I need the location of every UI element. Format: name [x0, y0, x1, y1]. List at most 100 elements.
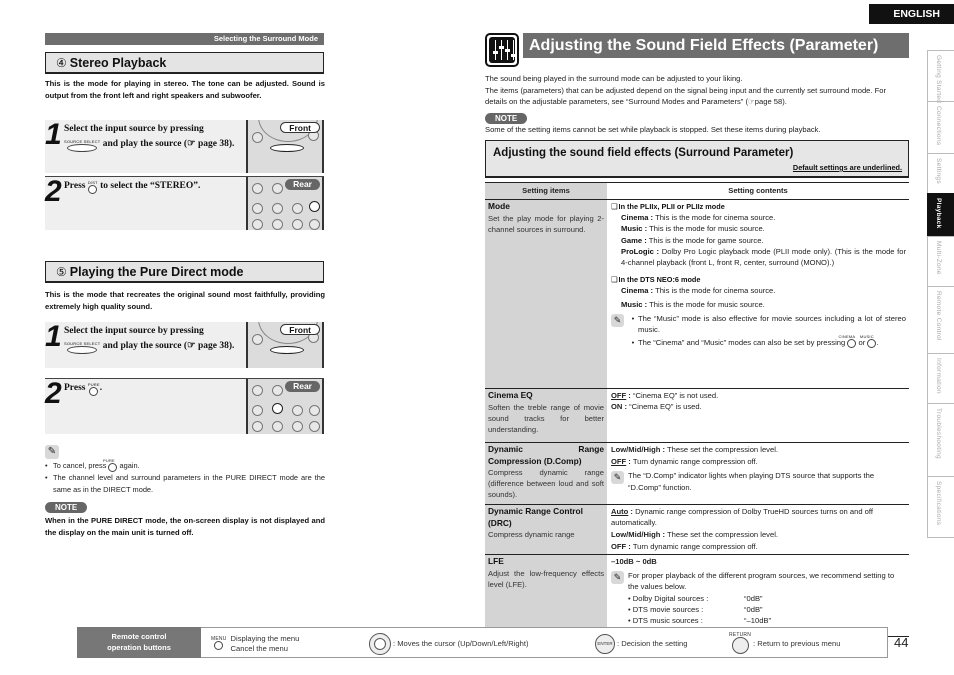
lfe-range: –10dB ~ 0dB	[611, 557, 657, 566]
return-text: : Return to previous menu	[753, 639, 841, 648]
page-ref[interactable]: page 58).	[755, 97, 787, 106]
pure-step-2: 2 Press PURE. Rear	[45, 378, 324, 434]
side-tab-playback[interactable]: Playback	[927, 193, 954, 236]
page-ref[interactable]: page 38).	[198, 139, 234, 149]
pure-button-icon: PURE	[88, 383, 100, 396]
rear-remote-image: Rear	[246, 379, 324, 434]
stereo-step-2: 2 Press D/ST to select the “STEREO”. Rea…	[45, 176, 324, 230]
side-tab-multi-zone[interactable]: Multi-Zone	[927, 236, 954, 286]
item-name: Dynamic Range Control (DRC)	[488, 506, 583, 528]
pure-direct-tips: To cancel, press PURE again. The channel…	[45, 459, 325, 496]
pencil-icon: ✎	[611, 313, 624, 327]
step-number: 1	[45, 320, 62, 353]
menu-button-icon: MENU	[211, 637, 227, 650]
item-name: Dynamic Range Compression (D.Comp)	[488, 444, 604, 466]
legend-label: Remote control operation buttons	[77, 627, 201, 658]
option: ProLogic : Dolby Pro Logic playback mode…	[621, 246, 907, 268]
step-text-a: Press	[64, 383, 86, 393]
stereo-intro: This is the mode for playing in stereo. …	[45, 79, 325, 100]
dst-button-icon: D/ST	[88, 181, 98, 194]
subsection-title: Adjusting the sound field effects (Surro…	[493, 147, 794, 159]
pure-direct-intro: This is the mode that recreates the orig…	[45, 290, 325, 311]
step-text-b: and play the source (	[102, 139, 188, 149]
pencil-icon: ✎	[611, 571, 624, 585]
section-title: Stereo Playback	[69, 56, 167, 70]
mode-group-heading: In the PLIIx, PLII or PLIIz mode	[611, 201, 906, 212]
option: Low/Mid/High : These set the compression…	[611, 445, 778, 454]
side-tab-specifications[interactable]: Specifications	[927, 476, 954, 538]
tip-text: For proper playback of the different pro…	[628, 571, 895, 592]
table-row: Dynamic Range Control (DRC) Compress dyn…	[485, 504, 909, 555]
option: OFF : “Cinema EQ” is not used.	[611, 391, 719, 400]
page-ref[interactable]: page 38).	[198, 341, 234, 351]
tip-item: The “Cinema” and “Music” modes can also …	[628, 335, 906, 349]
tip-text-a: To cancel, press	[53, 461, 107, 470]
section-number: ⑤	[56, 265, 67, 279]
pencil-icon: ✎	[45, 445, 59, 459]
side-tab-remote-control[interactable]: Remote Control	[927, 286, 954, 353]
note-badge: NOTE	[45, 502, 88, 513]
table-row: Dynamic Range Compression (D.Comp) Compr…	[485, 442, 909, 505]
front-tag: Front	[280, 324, 320, 335]
step-text-b: .	[99, 383, 103, 393]
side-tab-connections[interactable]: Connections	[927, 101, 954, 153]
item-desc: Set the play mode for playing 2-channel …	[488, 213, 604, 234]
stereo-step-1: 1 Select the input source by pressing SO…	[45, 120, 324, 173]
front-panel-image: Front	[246, 322, 324, 368]
intro-line: The items (parameters) that can be adjus…	[485, 85, 887, 107]
header-setting-items: Setting items	[485, 182, 607, 200]
legend-label-line: Remote control	[111, 632, 167, 641]
menu-legend: MENU Displaying the menu Cancel the menu	[211, 628, 299, 659]
pure-step-1: 1 Select the input source by pressing SO…	[45, 322, 324, 368]
source-select-button-icon: SOURCE SELECT	[64, 342, 100, 354]
page-title: Adjusting the Sound Field Effects (Param…	[523, 33, 909, 58]
note-badge: NOTE	[485, 113, 528, 124]
stereo-playback-heading: ④ Stereo Playback	[45, 52, 324, 74]
enter-text: : Decision the setting	[617, 639, 688, 648]
tip-text-b: again.	[119, 461, 140, 470]
side-tab-getting-started[interactable]: Getting Started	[927, 50, 954, 103]
step-text-a: Select the input source by pressing	[64, 124, 204, 134]
item-desc: Compress dynamic range (difference betwe…	[488, 468, 604, 500]
pure-direct-note: When in the PURE DIRECT mode, the on-scr…	[45, 516, 325, 537]
side-tab-information[interactable]: Information	[927, 353, 954, 403]
recommendation-item: DTS music sources :“–10dB”	[628, 615, 906, 626]
tip-item: The “Music” mode is also effective for m…	[628, 313, 906, 335]
option: OFF : Turn dynamic range compression off…	[611, 457, 758, 467]
step-number: 2	[45, 377, 62, 410]
intro-paragraph: The sound being played in the surround m…	[485, 73, 910, 108]
section-title: Playing the Pure Direct mode	[69, 265, 244, 279]
step-text-a: Press	[64, 181, 86, 191]
step-number: 2	[45, 175, 62, 208]
see-page-icon: ☞	[187, 139, 196, 149]
equalizer-icon	[485, 33, 519, 67]
side-tab-settings[interactable]: Settings	[927, 153, 954, 193]
pure-button-icon: PURE	[103, 459, 118, 472]
table-row: Mode Set the play mode for playing 2-cha…	[485, 199, 909, 389]
source-select-button-icon: SOURCE SELECT	[64, 140, 100, 152]
step-text-b: to select the “STEREO”.	[100, 181, 201, 191]
enter-button-icon: ENTER	[595, 633, 615, 654]
option: Auto : Dynamic range compression of Dolb…	[611, 507, 873, 528]
surround-parameter-heading: Adjusting the sound field effects (Surro…	[485, 140, 909, 178]
item-desc: Compress dynamic range	[488, 530, 575, 539]
side-tab-troubleshooting[interactable]: Troubleshooting	[927, 403, 954, 476]
see-page-icon: ☞	[747, 97, 755, 106]
option: Cinema : This is the mode for cinema sou…	[621, 286, 776, 296]
recommendation-item: DTS movie sources :“0dB”	[628, 604, 906, 615]
mode-group-heading: In the DTS NEO:6 mode	[611, 274, 906, 285]
step-text: Select the input source by pressing SOUR…	[64, 324, 242, 354]
option: Cinema : This is the mode for cinema sou…	[621, 213, 776, 223]
menu-line: Cancel the menu	[230, 643, 288, 653]
tip: ✎ The “D.Comp” indicator lights when pla…	[611, 470, 906, 492]
rear-tag: Rear	[285, 179, 320, 190]
option: Music : This is the mode for music sourc…	[621, 224, 765, 234]
table-row: Cinema EQ Soften the treble range of mov…	[485, 388, 909, 443]
return-legend: RETURN : Return to previous menu	[729, 628, 840, 659]
note-text: Some of the setting items cannot be set …	[485, 125, 821, 134]
step-number: 1	[45, 118, 62, 151]
section-header: Selecting the Surround Mode	[45, 33, 324, 45]
step-text: Select the input source by pressing SOUR…	[64, 122, 242, 152]
item-name: LFE	[488, 556, 504, 566]
item-desc: Soften the treble range of movie sound t…	[488, 402, 604, 434]
